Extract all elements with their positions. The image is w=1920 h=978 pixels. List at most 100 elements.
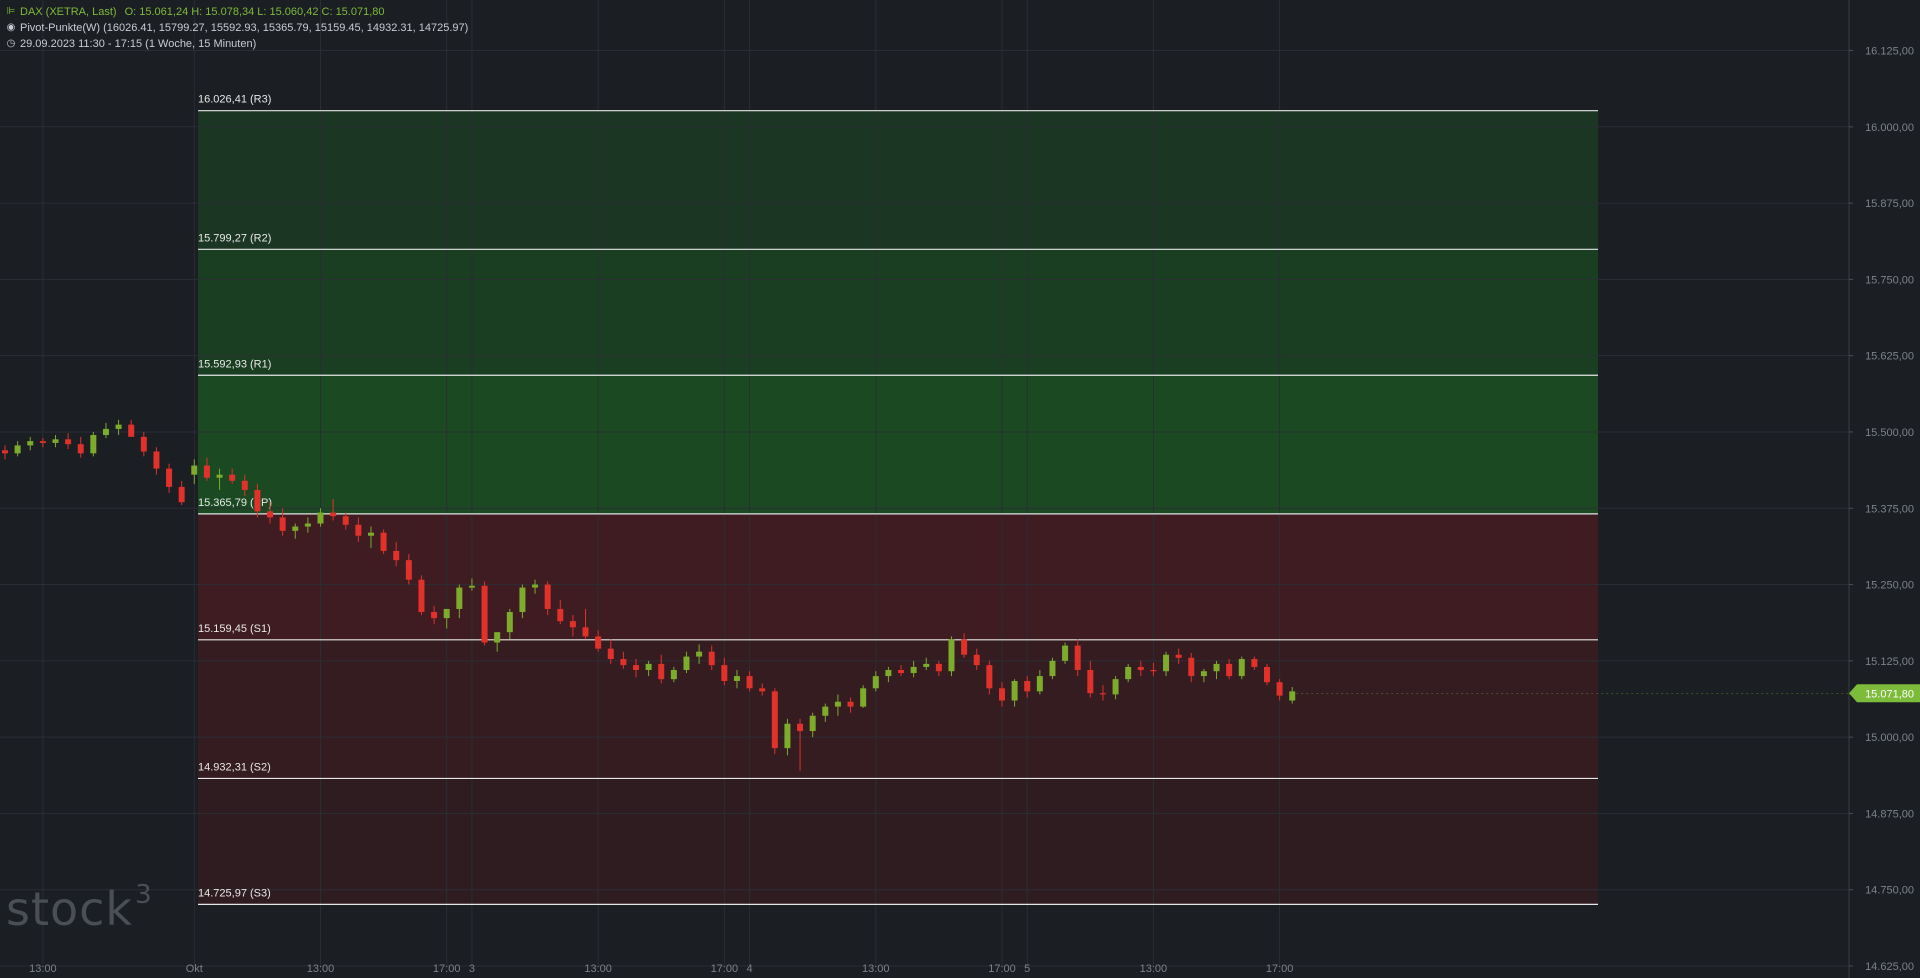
price-tick-label: 15.875,00 <box>1865 198 1914 210</box>
pivot-label: 15.365,79 (PP) <box>198 497 272 509</box>
candle-body <box>1062 645 1069 661</box>
candle-body <box>860 688 867 707</box>
candle-body <box>885 669 892 677</box>
candle-body <box>65 439 72 445</box>
candle-body <box>267 511 274 518</box>
candle-body <box>1200 671 1207 677</box>
candle-body <box>872 676 879 689</box>
candle-body <box>1226 663 1233 677</box>
candle-body <box>1188 657 1195 677</box>
candle-body <box>1238 659 1245 677</box>
price-tick-label: 14.625,00 <box>1865 961 1914 973</box>
candle-body <box>128 424 135 437</box>
candle-body <box>481 585 488 643</box>
indicator-legend[interactable]: ◉ Pivot-Punkte(W) (16026.41, 15799.27, 1… <box>6 22 469 34</box>
time-tick-label: 3 <box>469 963 475 975</box>
candle-body <box>506 612 513 633</box>
candle-body <box>191 465 198 475</box>
candle-body <box>620 659 627 666</box>
candle-body <box>254 489 261 512</box>
candle-body <box>166 468 173 487</box>
candle-body <box>746 676 753 689</box>
time-tick-label: 17:00 <box>1266 963 1294 975</box>
indicator-label[interactable]: Pivot-Punkte(W) (16026.41, 15799.27, 155… <box>20 22 468 34</box>
pivot-label: 15.159,45 (S1) <box>198 623 271 635</box>
candle-body <box>847 701 854 707</box>
candle-body <box>1175 654 1182 658</box>
candle-body <box>102 428 109 436</box>
candle-body <box>330 512 337 517</box>
candle-body <box>456 587 463 609</box>
candle-body <box>115 424 122 429</box>
candle-body <box>153 451 160 469</box>
candle-body <box>418 579 425 613</box>
pivot-label: 15.592,93 (R1) <box>198 358 271 370</box>
candle-body <box>771 691 778 749</box>
candlestick-chart: 16.026,41 (R3) 15.799,27 (R2) 15.592,93 (R… <box>0 0 1920 978</box>
candle-body <box>1074 645 1081 670</box>
time-tick-label: 13:00 <box>862 963 890 975</box>
candle-body <box>544 584 551 609</box>
candle-body <box>569 621 576 628</box>
candle-body <box>923 663 930 667</box>
candle-body <box>1213 663 1220 672</box>
symbol-legend[interactable]: ⊫ DAX (XETRA, Last) O: 15.061,24 H: 15.0… <box>6 6 385 18</box>
candle-body <box>52 439 59 443</box>
pivot-zones <box>198 110 1598 905</box>
candle-body <box>822 706 829 716</box>
time-tick-label: 17:00 <box>433 963 461 975</box>
pivot-zone <box>198 110 1598 250</box>
candle-body <box>39 441 46 443</box>
price-tick-label: 16.125,00 <box>1865 46 1914 58</box>
candle-body <box>834 701 841 707</box>
candle-body <box>532 584 539 588</box>
candle-body <box>494 632 501 643</box>
candle-body <box>948 639 955 672</box>
price-tick-label: 15.250,00 <box>1865 580 1914 592</box>
candle-body <box>304 523 311 527</box>
candle-body <box>683 656 690 670</box>
stock3-logo: stock3 <box>6 880 153 936</box>
candle-body <box>733 676 740 681</box>
pivot-label: 16.026,41 (R3) <box>198 94 271 106</box>
candle-body <box>519 587 526 613</box>
symbol-name[interactable]: DAX (XETRA, Last) <box>20 6 117 18</box>
candle-body <box>1150 669 1157 672</box>
price-tick-label: 14.750,00 <box>1865 885 1914 897</box>
time-axis: 13:00 Okt 13:00 17:00 3 13:00 17:00 4 13:00 17:00… <box>29 963 1293 975</box>
candle-body <box>708 651 715 666</box>
candle-body <box>633 665 639 670</box>
candle-body <box>14 445 21 454</box>
candle-body <box>658 663 665 680</box>
candle-body <box>317 512 324 524</box>
candle-body <box>443 608 450 619</box>
candle-body <box>582 627 589 637</box>
pivot-zone <box>198 375 1598 514</box>
price-tick-label: 15.625,00 <box>1865 351 1914 363</box>
candle-body <box>1163 654 1170 672</box>
ohlc-values: O: 15.061,24 H: 15.078,34 L: 15.060,42 C… <box>124 6 385 18</box>
candle-body <box>1264 666 1270 683</box>
period-label[interactable]: 29.09.2023 11:30 - 17:15 (1 Woche, 15 Mi… <box>20 38 256 50</box>
candle-body <box>721 665 728 681</box>
candle-body <box>2 450 8 454</box>
time-tick-label: 13:00 <box>1140 963 1168 975</box>
price-tick-label: 15.375,00 <box>1865 503 1914 515</box>
time-tick-label: 13:00 <box>307 963 335 975</box>
time-tick-label: 17:00 <box>988 963 1016 975</box>
candle-body <box>809 715 816 732</box>
pivot-zone <box>198 249 1598 376</box>
candle-body <box>696 651 703 657</box>
period-legend[interactable]: ◷ 29.09.2023 11:30 - 17:15 (1 Woche, 15 … <box>6 38 257 50</box>
candle-body <box>380 532 387 551</box>
candle-body <box>342 516 349 525</box>
candle-body <box>595 636 602 649</box>
candle-body <box>27 441 34 446</box>
last-price-label: 15.071,80 <box>1865 688 1914 700</box>
pivot-label: 14.725,97 (S3) <box>198 887 271 899</box>
price-tick-label: 15.000,00 <box>1865 732 1914 744</box>
price-axis-background <box>1849 0 1920 978</box>
price-tick-label: 15.750,00 <box>1865 274 1914 286</box>
time-tick-label: Okt <box>186 963 203 975</box>
target-icon: ◉ <box>6 22 16 33</box>
